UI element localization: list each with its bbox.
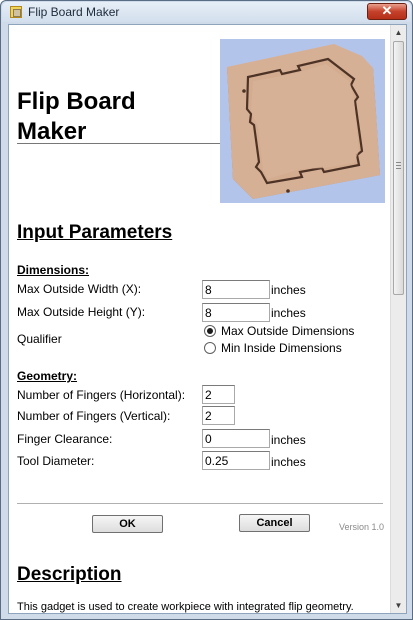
cancel-button[interactable]: Cancel [239,514,310,532]
actions-divider [17,503,383,504]
description-heading: Description [17,564,122,585]
grip-icon [396,162,401,169]
max-width-input[interactable] [202,280,270,299]
max-height-input[interactable] [202,303,270,322]
input-parameters-heading: Input Parameters [17,222,173,243]
fingers-vertical-label: Number of Fingers (Vertical): [17,409,171,423]
max-width-label: Max Outside Width (X): [17,282,142,296]
radio-checked-icon[interactable] [204,325,216,337]
gadget-window: Flip Board Maker ✕ Flip Board Maker Inpu… [0,0,413,620]
close-button[interactable]: ✕ [367,3,407,20]
title-bar[interactable]: Flip Board Maker ✕ [2,2,411,22]
qualifier-option-label: Max Outside Dimensions [221,324,355,338]
qualifier-option-label: Min Inside Dimensions [221,341,342,355]
finger-clearance-unit: inches [271,433,306,447]
app-icon [10,6,22,18]
tool-diameter-unit: inches [271,455,306,469]
finger-clearance-label: Finger Clearance: [17,432,113,446]
description-text: This gadget is used to create workpiece … [17,601,354,613]
flip-board-preview-image [220,39,385,203]
tool-diameter-input[interactable] [202,451,270,470]
fingers-horizontal-label: Number of Fingers (Horizontal): [17,388,186,402]
dimensions-heading: Dimensions: [17,263,90,277]
finger-clearance-input[interactable] [202,429,270,448]
max-height-label: Max Outside Height (Y): [17,305,146,319]
window-title: Flip Board Maker [28,5,120,19]
gadget-content: Flip Board Maker Input Parameters Dimens… [9,25,398,613]
max-height-unit: inches [271,306,306,320]
vertical-scrollbar[interactable]: ▲ ▼ [390,25,406,613]
scroll-up-icon[interactable]: ▲ [391,25,406,40]
radio-unchecked-icon[interactable] [204,342,216,354]
page-title: Flip Board Maker [17,87,217,147]
qualifier-label: Qualifier [17,332,62,346]
max-width-unit: inches [271,283,306,297]
flip-board-preview-icon [227,44,380,199]
fingers-horizontal-input[interactable] [202,385,235,404]
tool-diameter-label: Tool Diameter: [17,454,95,468]
close-icon: ✕ [381,3,393,18]
version-label: Version 1.0 [339,522,385,532]
ok-button[interactable]: OK [92,515,163,533]
scroll-down-icon[interactable]: ▼ [391,598,406,613]
page-title-line1: Flip Board [17,88,136,115]
geometry-heading: Geometry: [17,369,78,383]
scrollbar-thumb[interactable] [393,41,404,295]
fingers-vertical-input[interactable] [202,406,235,425]
title-underline [17,143,220,144]
gadget-panel: Flip Board Maker Input Parameters Dimens… [8,24,407,614]
